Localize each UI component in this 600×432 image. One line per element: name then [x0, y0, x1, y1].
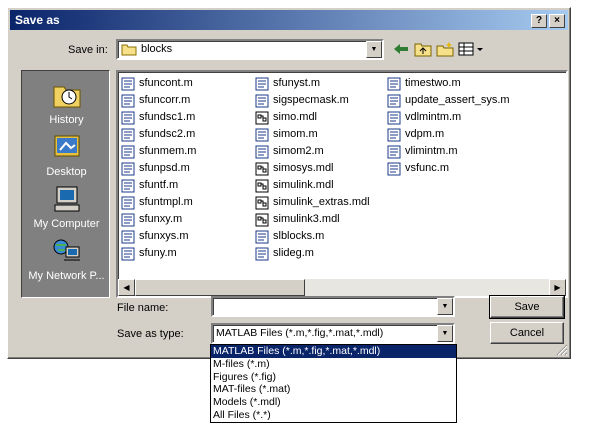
save-in-combo[interactable]: blocks ▼ — [116, 39, 384, 60]
file-name: sfuncorr.m — [139, 94, 191, 106]
view-menu-icon[interactable] — [458, 41, 484, 57]
save-button[interactable]: Save — [489, 295, 565, 319]
m-file-icon — [387, 162, 401, 182]
scroll-thumb[interactable] — [135, 279, 305, 296]
file-name: slideg.m — [273, 247, 314, 259]
m-file-icon — [255, 247, 269, 267]
cancel-button[interactable]: Cancel — [490, 322, 564, 344]
place-network-label: My Network P... — [28, 270, 105, 282]
save-as-dialog: Save as ? × Save in: blocks ▼ History De… — [7, 7, 571, 359]
type-option[interactable]: All Files (*.*) — [211, 409, 456, 422]
file-name: vsfunc.m — [405, 162, 450, 174]
file-name: sfuny.m — [139, 247, 177, 259]
save-as-type-label: Save as type: — [117, 328, 184, 340]
scroll-right-icon[interactable]: ▶ — [549, 279, 566, 296]
horizontal-scrollbar[interactable]: ◀ ▶ — [118, 279, 566, 296]
save-as-type-dropdown-icon[interactable]: ▼ — [437, 325, 453, 342]
place-network[interactable]: My Network P... — [22, 237, 111, 282]
folder-icon — [121, 43, 137, 59]
file-name: simosys.mdl — [273, 162, 334, 174]
place-desktop-label: Desktop — [46, 166, 87, 178]
file-name: simulink.mdl — [273, 179, 334, 191]
title-bar[interactable]: Save as ? × — [10, 10, 568, 30]
file-name: simom.m — [273, 128, 318, 140]
network-places-icon — [22, 237, 111, 268]
up-folder-icon[interactable] — [414, 41, 432, 57]
file-name: sfuntf.m — [139, 179, 179, 191]
type-option[interactable]: Models (*.mdl) — [211, 396, 456, 409]
place-my-computer[interactable]: My Computer — [22, 185, 111, 230]
desktop-icon — [22, 133, 111, 164]
save-as-type-select[interactable]: MATLAB Files (*.m,*.fig,*.mat,*.mdl) ▼ — [211, 323, 455, 344]
file-name: sigspecmask.m — [273, 94, 349, 106]
type-option[interactable]: MAT-files (*.mat) — [211, 383, 456, 396]
file-name: sfunxy.m — [139, 213, 183, 225]
place-my-computer-label: My Computer — [33, 218, 100, 230]
file-list[interactable]: sfuncont.m sfuncorr.m sfundsc1.m sfundsc2.m… — [116, 70, 568, 298]
place-history[interactable]: History — [22, 81, 111, 126]
file-name: sfunxys.m — [139, 230, 189, 242]
new-folder-icon[interactable] — [436, 41, 454, 57]
file-list-area: sfuncont.m sfuncorr.m sfundsc1.m sfundsc2.m… — [118, 72, 566, 279]
type-option[interactable]: Figures (*.fig) — [211, 371, 456, 384]
my-computer-icon — [22, 185, 111, 216]
file-name: simo.mdl — [273, 111, 318, 123]
help-button[interactable]: ? — [531, 14, 547, 28]
place-history-label: History — [49, 114, 84, 126]
file-name: simulink_extras.mdl — [273, 196, 370, 208]
place-desktop[interactable]: Desktop — [22, 133, 111, 178]
file-name: vdlmintm.m — [405, 111, 462, 123]
file-name-label: File name: — [117, 302, 169, 314]
scroll-left-icon[interactable]: ◀ — [118, 279, 135, 296]
file-name: sfunmem.m — [139, 145, 197, 157]
close-button[interactable]: × — [549, 14, 565, 28]
resize-grip-icon[interactable] — [556, 344, 568, 356]
back-icon[interactable] — [392, 41, 410, 57]
file-name: slblocks.m — [273, 230, 325, 242]
type-option[interactable]: MATLAB Files (*.m,*.fig,*.mat,*.mdl) — [211, 345, 456, 358]
save-as-type-dropdown-list[interactable]: MATLAB Files (*.m,*.fig,*.mat,*.mdl) M-fi… — [210, 344, 457, 423]
places-bar: History Desktop My Computer My Network P… — [21, 70, 110, 298]
file-name: simom2.m — [273, 145, 324, 157]
save-in-label: Save in: — [68, 44, 108, 56]
file-name: timestwo.m — [405, 77, 461, 89]
file-name-input[interactable]: ▼ — [211, 296, 455, 317]
chevron-down-icon[interactable]: ▼ — [366, 41, 382, 58]
file-name: simulink3.mdl — [273, 213, 340, 225]
file-name: sfuncont.m — [139, 77, 193, 89]
save-in-value: blocks — [141, 43, 173, 55]
history-icon — [22, 81, 111, 112]
type-option[interactable]: M-files (*.m) — [211, 358, 456, 371]
file-name: sfundsc2.m — [139, 128, 196, 140]
file-name: sfuntmpl.m — [139, 196, 193, 208]
file-name: vdpm.m — [405, 128, 445, 140]
file-name: update_assert_sys.m — [405, 94, 510, 106]
file-name: sfunyst.m — [273, 77, 321, 89]
file-name: sfunpsd.m — [139, 162, 190, 174]
file-name: sfundsc1.m — [139, 111, 196, 123]
file-name: vlimintm.m — [405, 145, 458, 157]
file-name-dropdown-icon[interactable]: ▼ — [437, 298, 453, 315]
m-file-icon — [121, 247, 135, 267]
window-title: Save as — [15, 13, 60, 27]
